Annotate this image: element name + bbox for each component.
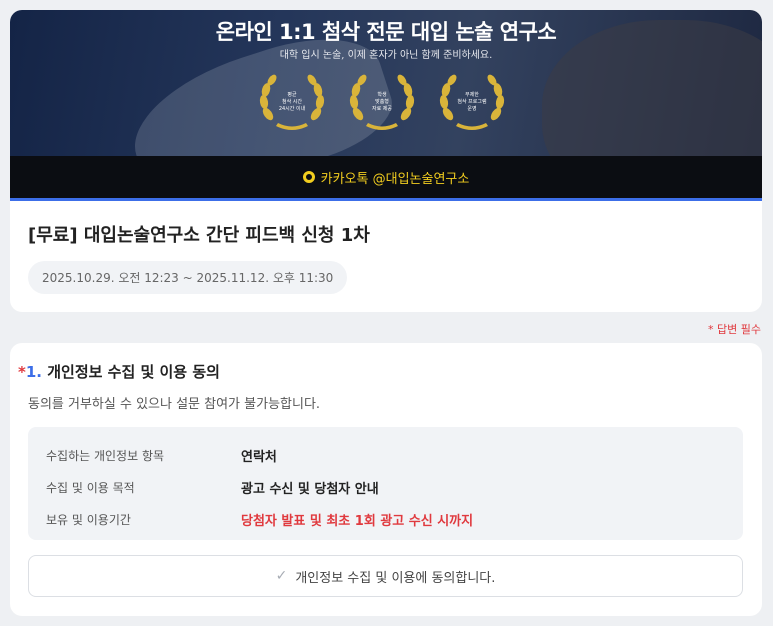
privacy-info-box: 수집하는 개인정보 항목 연락처 수집 및 이용 목적 광고 수신 및 당첨자 …: [28, 427, 743, 540]
badge-text: 무제한 첨삭 프로그램 운영: [457, 92, 487, 112]
kakao-handle: 카카오톡 @대입논술연구소: [320, 171, 470, 187]
info-value: 연락처: [241, 449, 277, 465]
question-number: 1.: [25, 363, 42, 381]
form-header-card: 온라인 1:1 첨삭 전문 대입 논술 연구소 대학 입시 논술, 이제 혼자가…: [10, 10, 762, 312]
info-key: 수집하는 개인정보 항목: [46, 448, 165, 463]
badge-text: 학생 맞춤형 자료 제공: [372, 92, 392, 112]
laurel-badge-2: 학생 맞춤형 자료 제공: [348, 70, 416, 134]
banner-title: 온라인 1:1 첨삭 전문 대입 논술 연구소: [215, 20, 557, 44]
info-row: 수집하는 개인정보 항목 연락처: [46, 439, 743, 471]
laurel-badge-1: 평균 첨삭 시간 24시간 이내: [258, 70, 326, 134]
form-title: [무료] 대입논술연구소 간단 피드백 신청 1차: [28, 225, 370, 246]
question-description: 동의를 거부하실 수 있으나 설문 참여가 불가능합니다.: [28, 397, 321, 412]
kakao-ring-icon: [302, 171, 315, 183]
info-key: 수집 및 이용 목적: [46, 480, 135, 495]
question-card: *1. 개인정보 수집 및 이용 동의 동의를 거부하실 수 있으나 설문 참여…: [10, 343, 762, 616]
info-value: 광고 수신 및 당첨자 안내: [241, 481, 379, 497]
date-range-badge: 2025.10.29. 오전 12:23 ~ 2025.11.12. 오후 11…: [28, 261, 348, 294]
check-icon: ✓: [275, 568, 288, 584]
badge-group: 평균 첨삭 시간 24시간 이내 학생 맞춤형 자료 제공 무제한 첨삭 프로그…: [258, 70, 506, 134]
question-title-text: 개인정보 수집 및 이용 동의: [47, 363, 220, 381]
accent-divider: [10, 198, 762, 201]
required-note: * 답변 필수: [708, 323, 761, 336]
badge-text: 평균 첨삭 시간 24시간 이내: [278, 92, 306, 112]
info-row: 보유 및 이용기간 당첨자 발표 및 최초 1회 광고 수신 시까지: [46, 503, 743, 535]
info-value-highlight: 당첨자 발표 및 최초 1회 광고 수신 시까지: [241, 513, 474, 529]
agree-label: 개인정보 수집 및 이용에 동의합니다.: [295, 570, 496, 586]
banner-image: 온라인 1:1 첨삭 전문 대입 논술 연구소 대학 입시 논술, 이제 혼자가…: [10, 10, 762, 198]
question-title: *1. 개인정보 수집 및 이용 동의: [18, 361, 220, 382]
agree-button[interactable]: ✓ 개인정보 수집 및 이용에 동의합니다.: [28, 555, 743, 597]
laurel-badge-3: 무제한 첨삭 프로그램 운영: [438, 70, 506, 134]
required-star: *: [18, 363, 26, 381]
info-key: 보유 및 이용기간: [46, 512, 131, 527]
info-row: 수집 및 이용 목적 광고 수신 및 당첨자 안내: [46, 471, 743, 503]
kakao-bar: 카카오톡 @대입논술연구소: [10, 156, 762, 198]
banner-subtitle: 대학 입시 논술, 이제 혼자가 아닌 함께 준비하세요.: [279, 50, 493, 61]
